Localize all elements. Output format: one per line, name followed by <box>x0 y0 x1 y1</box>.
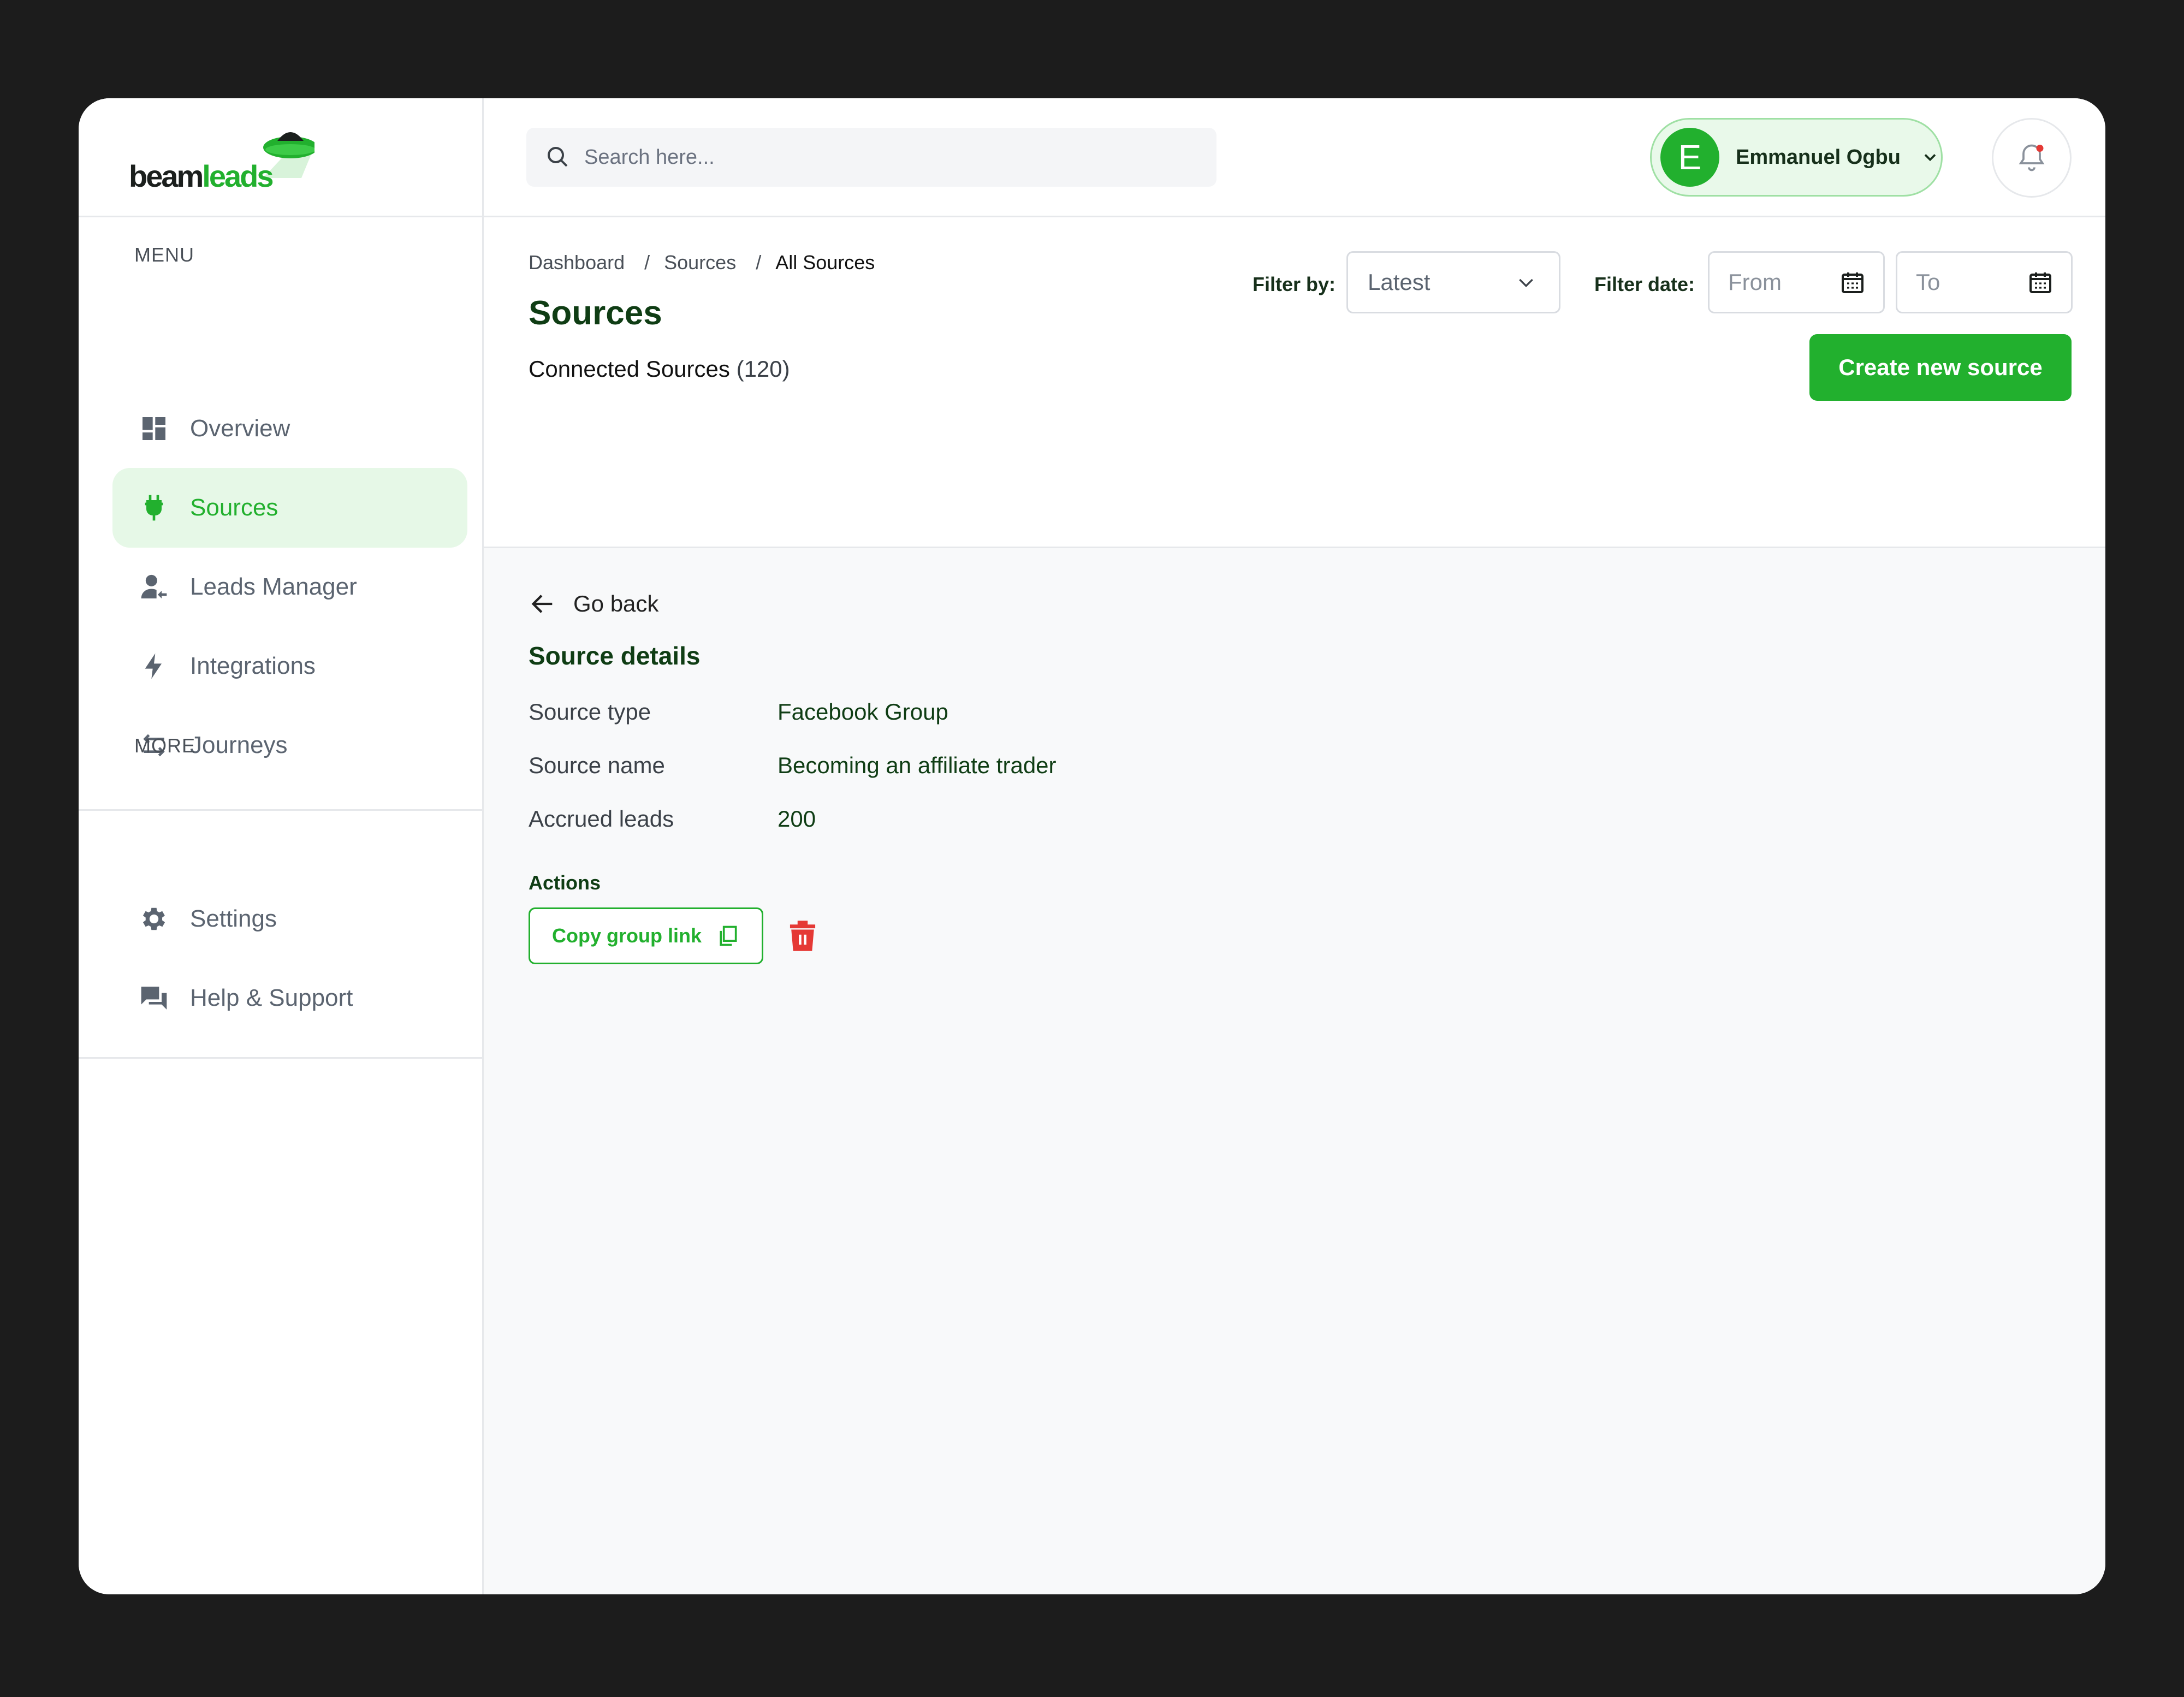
sidebar-item-label: Help & Support <box>190 984 353 1011</box>
filter-by-value: Latest <box>1368 269 1431 295</box>
detail-key: Accrued leads <box>529 806 674 832</box>
sidebar-divider <box>79 216 482 217</box>
connected-sources-count: Connected Sources (120) <box>529 356 790 382</box>
chevron-down-icon <box>1519 278 1533 288</box>
source-details-panel: Go back Source details Source type Faceb… <box>484 548 2105 1594</box>
lightning-icon <box>138 650 170 683</box>
page-title: Sources <box>529 294 662 332</box>
user-menu[interactable]: E Emmanuel Ogbu <box>1650 118 1943 197</box>
source-details-title: Source details <box>529 642 701 670</box>
breadcrumb: Dashboard / Sources / All Sources <box>529 251 875 274</box>
go-back-label: Go back <box>573 591 659 616</box>
delete-source-button[interactable] <box>785 918 820 953</box>
app-window: beamleads MENU Overview Sources Leads Ma… <box>79 98 2105 1594</box>
top-header: E Emmanuel Ogbu <box>484 98 2105 217</box>
user-name: Emmanuel Ogbu <box>1736 145 1901 169</box>
breadcrumb-sources[interactable]: Sources <box>664 251 736 274</box>
notifications-button[interactable] <box>1992 118 2072 198</box>
sidebar-item-overview[interactable]: Overview <box>112 389 467 468</box>
sidebar-item-integrations[interactable]: Integrations <box>112 626 467 706</box>
detail-value: 200 <box>778 806 816 832</box>
date-to-placeholder: To <box>1916 269 1940 295</box>
copy-icon <box>720 925 737 946</box>
filter-date-label: Filter date: <box>1594 273 1695 295</box>
calendar-icon <box>1842 272 1863 293</box>
detail-row-source-name: Source name Becoming an affiliate trader <box>529 752 1057 779</box>
date-from-input[interactable]: From <box>1708 251 1885 313</box>
sidebar-item-help-support[interactable]: Help & Support <box>112 958 467 1038</box>
detail-key: Source name <box>529 752 665 778</box>
filter-by-label: Filter by: <box>1253 273 1336 295</box>
page-header: Dashboard / Sources / All Sources Source… <box>484 217 2105 548</box>
date-from-placeholder: From <box>1728 269 1782 295</box>
more-section-label: MORE <box>134 734 195 757</box>
sidebar-divider <box>79 809 482 811</box>
chevron-down-icon <box>1924 154 1936 162</box>
sidebar-item-leads-manager[interactable]: Leads Manager <box>112 547 467 627</box>
search-bar[interactable] <box>526 128 1216 187</box>
detail-key: Source type <box>529 699 651 725</box>
user-icon <box>138 571 170 603</box>
logo-text-beam: beam <box>129 159 204 193</box>
gear-icon <box>138 903 170 935</box>
create-new-source-button[interactable]: Create new source <box>1809 334 2072 401</box>
arrow-left-icon <box>531 595 553 613</box>
sidebar-divider <box>79 1057 482 1059</box>
dashboard-icon <box>138 412 170 445</box>
sidebar-item-settings[interactable]: Settings <box>112 879 467 959</box>
sidebar-item-label: Leads Manager <box>190 573 357 600</box>
sidebar-item-label: Settings <box>190 905 277 932</box>
detail-value: Becoming an affiliate trader <box>778 752 1057 778</box>
sidebar-item-label: Sources <box>190 494 278 521</box>
sidebar-item-sources[interactable]: Sources <box>112 468 467 548</box>
bell-icon <box>2019 144 2045 171</box>
connected-count: (120) <box>736 356 790 382</box>
breadcrumb-dashboard[interactable]: Dashboard <box>529 251 625 274</box>
breadcrumb-separator: / <box>756 251 762 274</box>
breadcrumb-all-sources: All Sources <box>775 251 875 274</box>
search-input[interactable] <box>584 145 1130 169</box>
detail-row-accrued-leads: Accrued leads 200 <box>529 806 816 832</box>
go-back-link[interactable]: Go back <box>529 590 658 618</box>
sidebar-item-label: Integrations <box>190 652 316 679</box>
trash-icon <box>790 921 816 951</box>
detail-row-source-type: Source type Facebook Group <box>529 699 948 725</box>
plug-icon <box>138 491 170 524</box>
filter-by-select[interactable]: Latest <box>1346 251 1560 313</box>
sidebar: beamleads MENU Overview Sources Leads Ma… <box>79 98 484 1594</box>
menu-section-label: MENU <box>134 244 194 266</box>
copy-group-link-label: Copy group link <box>552 924 702 947</box>
calendar-icon <box>2029 272 2051 293</box>
detail-value: Facebook Group <box>778 699 948 725</box>
actions-label: Actions <box>529 871 601 894</box>
logo-text-leads: leads <box>202 159 274 193</box>
avatar: E <box>1660 128 1719 187</box>
connected-label: Connected Sources <box>529 356 730 382</box>
chat-icon <box>138 982 170 1014</box>
sidebar-item-label: Journeys <box>190 732 288 758</box>
breadcrumb-separator: / <box>644 251 650 274</box>
copy-group-link-button[interactable]: Copy group link <box>529 907 763 964</box>
logo-wordmark: beamleads <box>129 158 274 194</box>
sidebar-item-label: Overview <box>190 415 290 442</box>
date-to-input[interactable]: To <box>1896 251 2073 313</box>
search-icon <box>548 147 568 167</box>
